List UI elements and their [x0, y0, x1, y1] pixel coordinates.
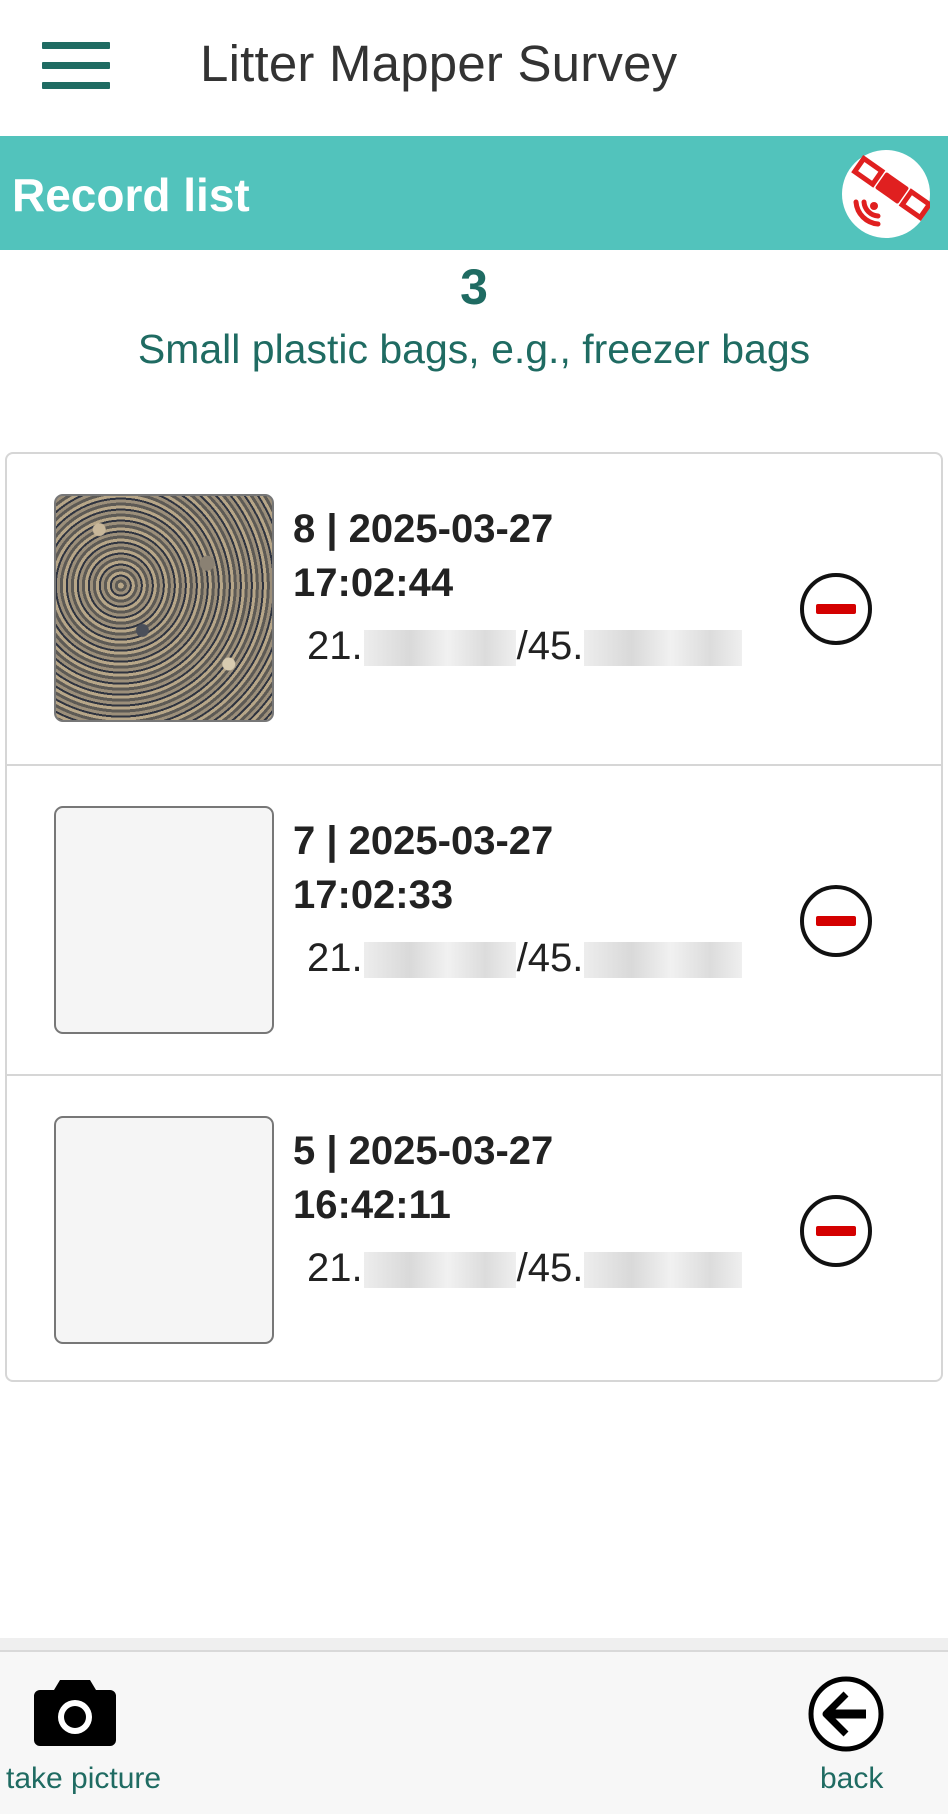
redacted-latitude	[363, 942, 516, 979]
redacted-longitude	[584, 630, 743, 667]
remove-record-button[interactable]	[799, 572, 873, 646]
record-title: 5 | 2025-03-27 16:42:11	[293, 1124, 553, 1232]
redacted-latitude	[363, 630, 516, 667]
record-id-date: 5 | 2025-03-27	[293, 1129, 554, 1173]
record-photo-thumbnail[interactable]	[54, 494, 274, 722]
record-photo-placeholder[interactable]	[54, 806, 274, 1034]
section-header: Record list	[0, 136, 948, 250]
record-count: 3	[460, 259, 488, 315]
record-coordinates: 21. /45.	[307, 936, 743, 981]
arrow-left-circle-icon	[808, 1676, 884, 1752]
take-picture-label: take picture	[6, 1762, 162, 1795]
take-picture-button[interactable]: take picture	[0, 1652, 170, 1814]
menu-line	[42, 82, 110, 89]
longitude-prefix: /45.	[516, 936, 584, 980]
back-label: back	[820, 1762, 884, 1795]
record-title: 7 | 2025-03-27 17:02:33	[293, 814, 553, 922]
record-row[interactable]: 5 | 2025-03-27 16:42:11 21. /45.	[7, 1074, 941, 1386]
redacted-longitude	[584, 942, 743, 979]
record-time: 16:42:11	[293, 1183, 451, 1227]
app-bar: Litter Mapper Survey	[0, 0, 948, 136]
record-id-date: 8 | 2025-03-27	[293, 507, 554, 551]
record-id-date: 7 | 2025-03-27	[293, 819, 554, 863]
record-title: 8 | 2025-03-27 17:02:44	[293, 502, 553, 610]
record-list: 8 | 2025-03-27 17:02:44 21. /45. 7 | 2025…	[5, 452, 943, 1382]
app-title: Litter Mapper Survey	[200, 35, 678, 92]
menu-line	[42, 62, 110, 69]
latitude-prefix: 21.	[307, 624, 363, 668]
longitude-prefix: /45.	[516, 1246, 584, 1290]
record-time: 17:02:44	[293, 561, 454, 605]
record-coordinates: 21. /45.	[307, 624, 743, 669]
gps-status-button[interactable]	[842, 150, 930, 238]
menu-line	[42, 42, 110, 49]
back-button[interactable]: back	[790, 1652, 940, 1814]
record-row[interactable]: 8 | 2025-03-27 17:02:44 21. /45.	[7, 454, 941, 764]
record-photo-placeholder[interactable]	[54, 1116, 274, 1344]
record-coordinates: 21. /45.	[307, 1246, 743, 1291]
camera-icon	[34, 1680, 116, 1746]
redacted-latitude	[363, 1252, 516, 1289]
hamburger-menu-icon[interactable]	[42, 40, 112, 92]
section-title: Record list	[12, 169, 250, 221]
redacted-longitude	[584, 1252, 743, 1289]
satellite-gps-icon	[851, 155, 930, 227]
remove-record-button[interactable]	[799, 1194, 873, 1268]
record-row[interactable]: 7 | 2025-03-27 17:02:33 21. /45.	[7, 764, 941, 1076]
litter-category: Small plastic bags, e.g., freezer bags	[137, 326, 811, 372]
longitude-prefix: /45.	[516, 624, 584, 668]
record-time: 17:02:33	[293, 873, 454, 917]
latitude-prefix: 21.	[307, 936, 363, 980]
remove-record-button[interactable]	[799, 884, 873, 958]
bottom-toolbar: take picture back	[0, 1638, 948, 1814]
latitude-prefix: 21.	[307, 1246, 363, 1290]
